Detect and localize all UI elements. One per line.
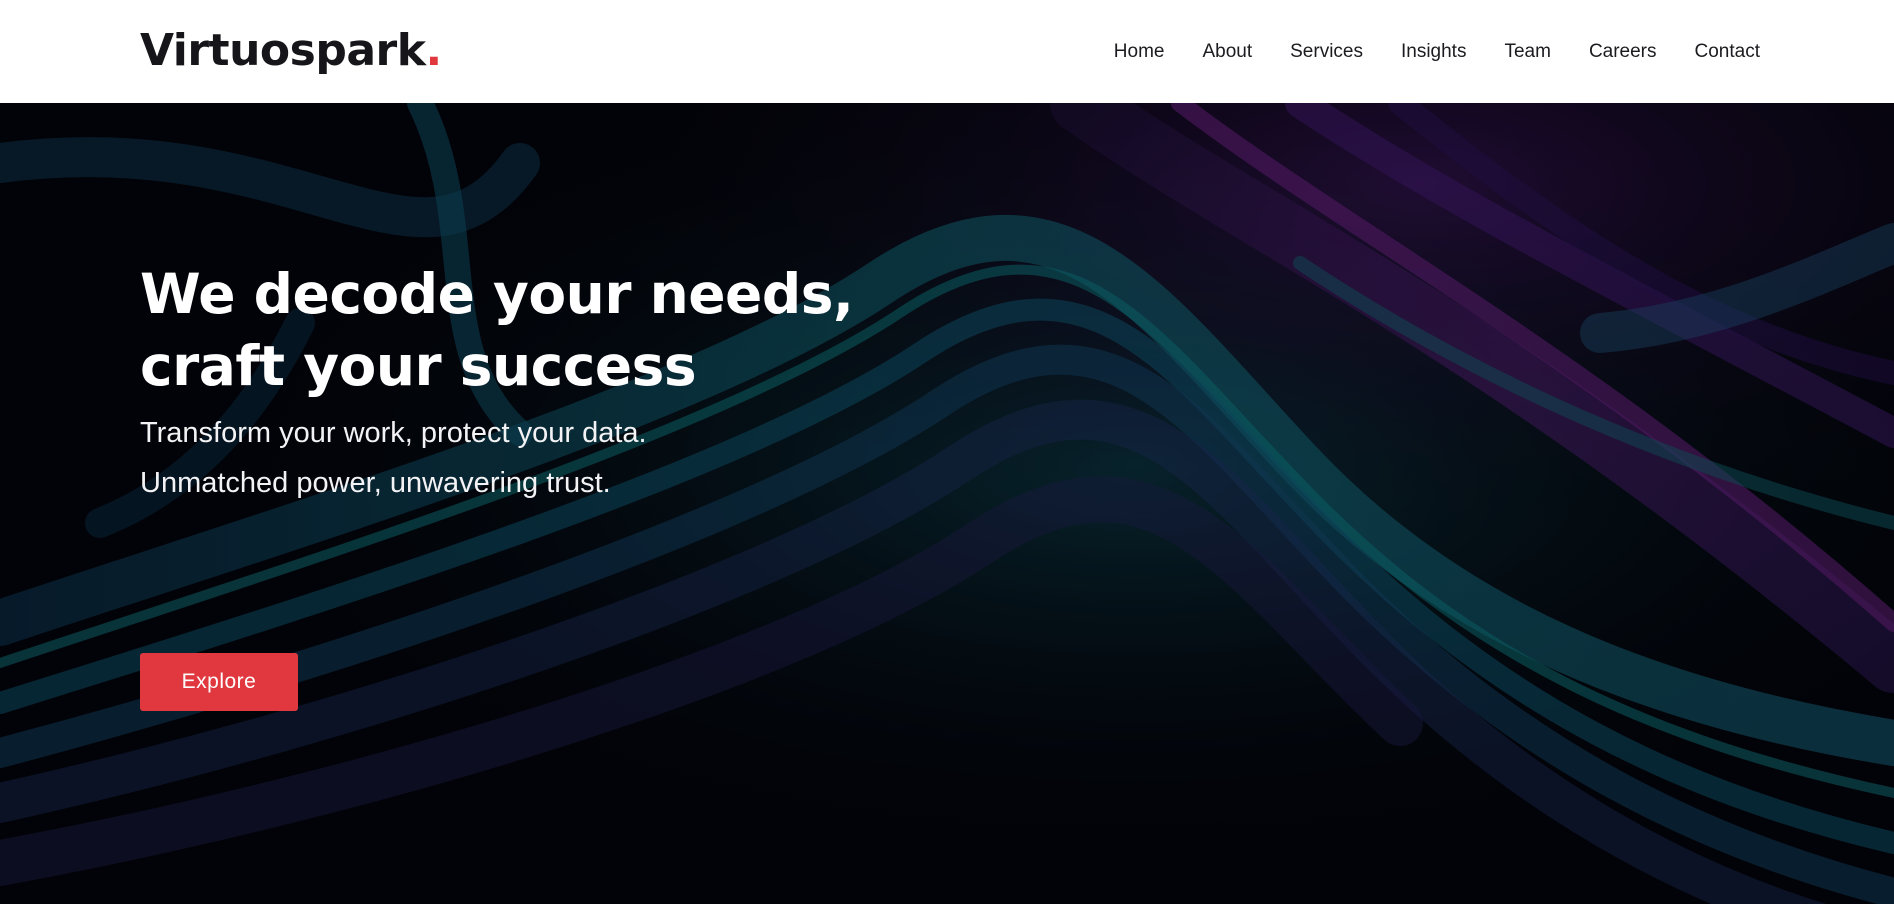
nav-item-contact[interactable]: Contact [1695, 38, 1760, 66]
headline-line-1: We decode your needs, [140, 262, 854, 326]
explore-button[interactable]: Explore [140, 653, 298, 711]
nav-item-about[interactable]: About [1202, 38, 1252, 66]
hero-subline-1: Transform your work, protect your data. [140, 417, 647, 449]
nav-item-services[interactable]: Services [1290, 38, 1363, 66]
hero-content: We decode your needs, craft your success… [140, 258, 1040, 711]
nav-item-careers[interactable]: Careers [1589, 38, 1657, 66]
headline-line-2: craft your success [140, 334, 697, 398]
hero-section: We decode your needs, craft your success… [0, 103, 1894, 904]
logo-dot: . [425, 25, 442, 76]
main-nav: Home About Services Insights Team Career… [1076, 38, 1760, 66]
brand-logo[interactable]: Virtuospark. [140, 22, 442, 80]
site-header: Virtuospark. Home About Services Insight… [0, 0, 1894, 103]
nav-item-home[interactable]: Home [1114, 38, 1165, 66]
logo-text: Virtuospark [140, 25, 426, 76]
hero-subline-2: Unmatched power, unwavering trust. [140, 467, 611, 499]
nav-item-team[interactable]: Team [1504, 38, 1550, 66]
nav-item-insights[interactable]: Insights [1401, 38, 1466, 66]
hero-headline: We decode your needs, craft your success [140, 258, 1040, 402]
